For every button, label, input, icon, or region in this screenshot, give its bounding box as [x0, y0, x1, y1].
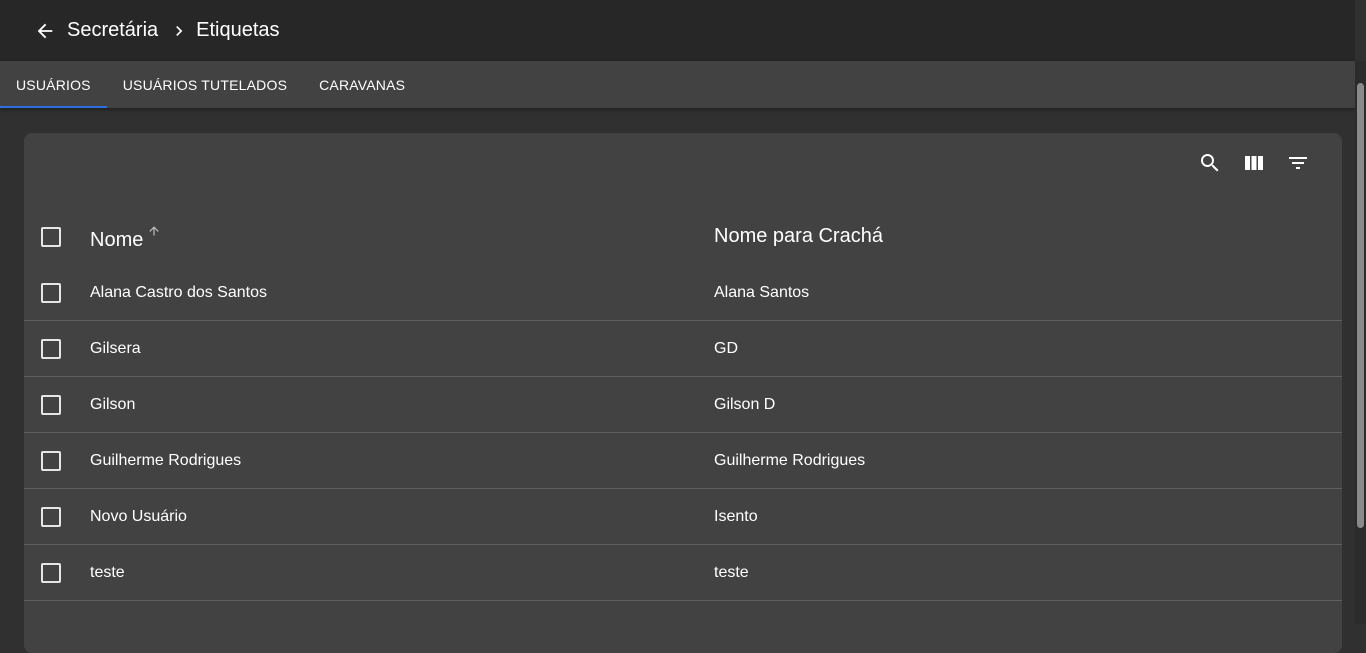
- table-row[interactable]: Alana Castro dos Santos Alana Santos: [24, 265, 1342, 321]
- cell-nome: Guilherme Rodrigues: [90, 451, 242, 469]
- breadcrumb-current: Etiquetas: [196, 19, 280, 41]
- column-header-label: Nome: [90, 229, 144, 251]
- sort-ascending-icon[interactable]: [147, 221, 161, 244]
- tab-bar: USUÁRIOS USUÁRIOS TUTELADOS CARAVANAS: [0, 61, 1355, 108]
- row-checkbox[interactable]: [41, 282, 61, 303]
- column-header-nome-cracha[interactable]: Nome para Crachá: [714, 225, 883, 248]
- cell-nome-cracha: teste: [714, 563, 749, 581]
- cell-nome-cracha: Alana Santos: [714, 283, 810, 301]
- column-header-nome[interactable]: Nome: [90, 221, 161, 252]
- row-checkbox[interactable]: [41, 338, 61, 359]
- table-row[interactable]: Gilsera GD: [24, 321, 1342, 377]
- select-all-checkbox[interactable]: [41, 226, 61, 247]
- back-arrow-icon[interactable]: [33, 19, 57, 43]
- table-row[interactable]: Novo Usuário Isento: [24, 489, 1342, 545]
- table-row[interactable]: Gilson Gilson D: [24, 377, 1342, 433]
- cell-nome-cracha: GD: [714, 339, 738, 357]
- cell-nome-cracha: Gilson D: [714, 395, 776, 413]
- row-checkbox[interactable]: [41, 506, 61, 527]
- table-row[interactable]: teste teste: [24, 545, 1342, 601]
- row-checkbox[interactable]: [41, 562, 61, 583]
- cell-nome: Alana Castro dos Santos: [90, 283, 267, 301]
- tab-usuarios[interactable]: USUÁRIOS: [0, 61, 107, 108]
- filter-icon[interactable]: [1286, 151, 1310, 175]
- row-checkbox[interactable]: [41, 394, 61, 415]
- data-table-card: Nome Nome para Crachá Alana Castro dos S…: [24, 133, 1342, 653]
- row-checkbox[interactable]: [41, 450, 61, 471]
- tab-caravanas[interactable]: CARAVANAS: [303, 61, 421, 108]
- cell-nome-cracha: Guilherme Rodrigues: [714, 451, 866, 469]
- table-toolbar: [1198, 151, 1310, 175]
- cell-nome: teste: [90, 563, 125, 581]
- table-row[interactable]: Guilherme Rodrigues Guilherme Rodrigues: [24, 433, 1342, 489]
- tab-usuarios-tutelados[interactable]: USUÁRIOS TUTELADOS: [107, 61, 303, 108]
- cell-nome-cracha: Isento: [714, 507, 758, 525]
- cell-nome: Gilson: [90, 395, 136, 413]
- cell-nome: Gilsera: [90, 339, 141, 357]
- scrollbar-thumb[interactable]: [1357, 83, 1364, 528]
- page-scrollbar[interactable]: [1355, 61, 1366, 624]
- cell-nome: Novo Usuário: [90, 507, 187, 525]
- app-bar: Secretária Etiquetas: [0, 0, 1355, 61]
- table-header-row: Nome Nome para Crachá: [24, 208, 1342, 265]
- search-icon[interactable]: [1198, 151, 1222, 175]
- breadcrumb-parent[interactable]: Secretária: [67, 19, 158, 42]
- view-columns-icon[interactable]: [1242, 151, 1266, 175]
- chevron-right-icon: [167, 19, 191, 43]
